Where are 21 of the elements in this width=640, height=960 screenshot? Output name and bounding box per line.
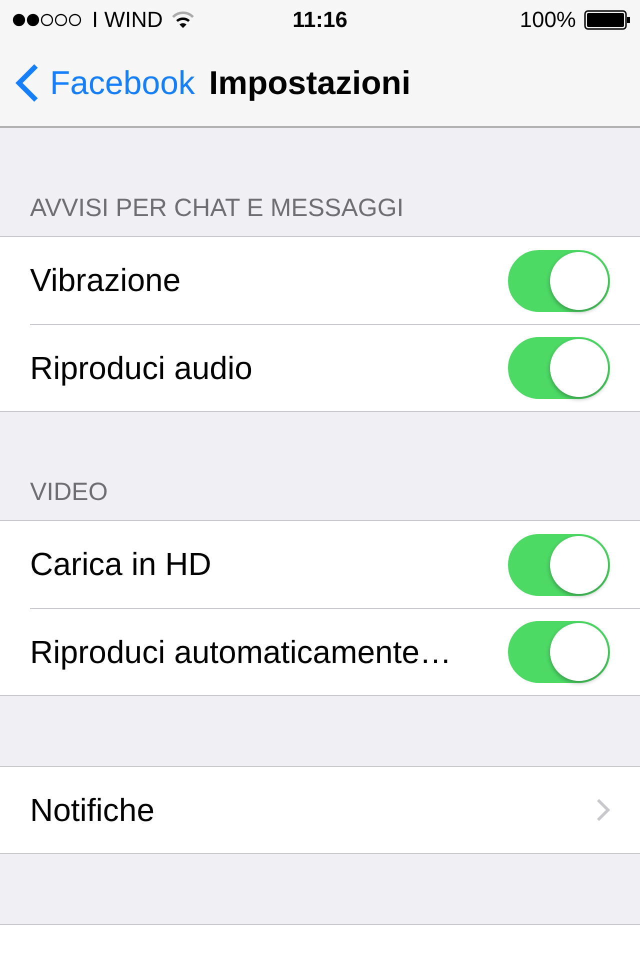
section-header: VIDEO xyxy=(30,478,108,507)
row-label: Vibrazione xyxy=(30,262,181,299)
screen-title: Impostazioni xyxy=(208,64,411,102)
battery-percentage: 100% xyxy=(520,7,576,33)
wifi-icon xyxy=(170,11,195,29)
clock: 11:16 xyxy=(292,7,348,33)
row-label: Riproduci automaticamente… xyxy=(30,634,452,670)
row-label: Carica in HD xyxy=(30,546,212,583)
chevron-left-icon xyxy=(14,63,40,103)
battery-icon xyxy=(584,10,630,30)
toggle-switch[interactable] xyxy=(508,250,610,312)
toggle-switch[interactable] xyxy=(508,534,610,596)
carrier-name: I WIND xyxy=(92,7,163,33)
row-label: Notifiche xyxy=(30,792,154,828)
section-header: AVVISI PER CHAT E MESSAGGI xyxy=(30,194,404,223)
toggle-switch[interactable] xyxy=(508,337,610,399)
toggle-switch[interactable] xyxy=(508,621,610,683)
row-label: Riproduci audio xyxy=(30,350,252,386)
signal-icon xyxy=(12,13,84,27)
chevron-right-icon xyxy=(596,798,610,822)
back-button[interactable]: Facebook xyxy=(14,63,195,103)
